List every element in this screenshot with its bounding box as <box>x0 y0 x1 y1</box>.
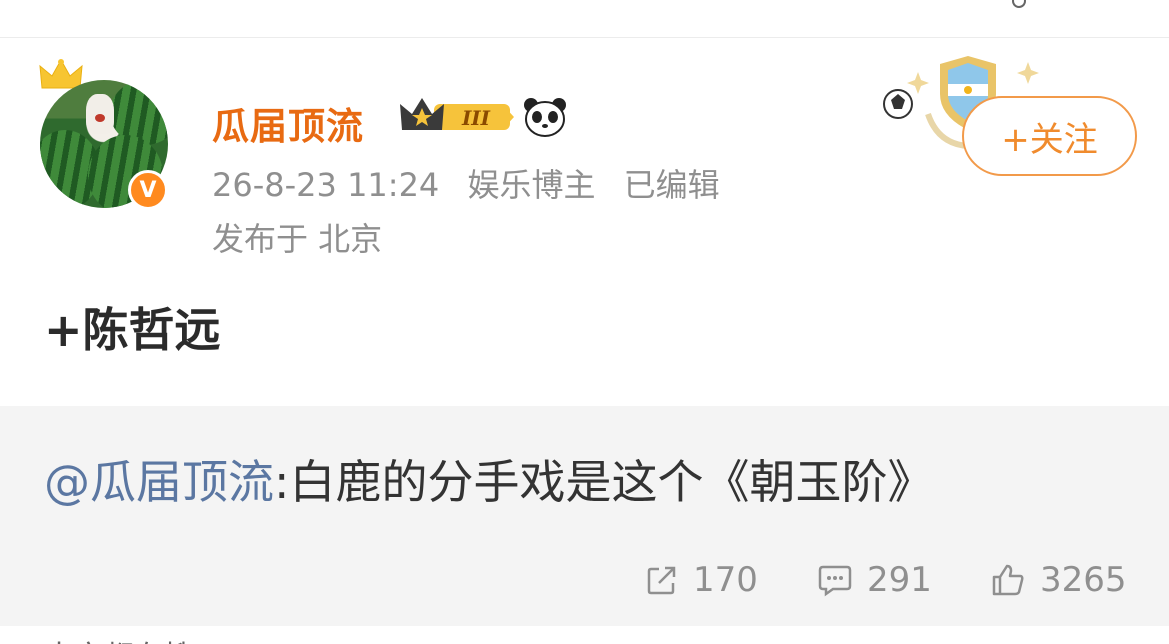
repost-card[interactable]: @瓜届顶流:白鹿的分手戏是这个《朝玉阶》 170 291 3265 <box>0 406 1169 626</box>
edited-label[interactable]: 已编辑 <box>624 166 720 204</box>
comment-count: 291 <box>867 560 932 600</box>
post-meta: 26-8-23 11:24 娱乐博主 已编辑 <box>212 160 738 206</box>
panda-icon <box>524 98 566 137</box>
category-label: 娱乐博主 <box>467 166 596 204</box>
rank-badge-icon[interactable]: III <box>398 96 516 138</box>
share-count: 170 <box>693 560 758 600</box>
top-bar <box>0 0 1169 38</box>
loading-icon <box>1012 0 1026 8</box>
like-button[interactable]: 3265 <box>990 558 1127 602</box>
like-icon <box>992 564 1024 596</box>
post-text: +陈哲远 <box>44 303 221 357</box>
share-button[interactable]: 170 <box>645 558 758 602</box>
repost-body: :白鹿的分手戏是这个《朝玉阶》 <box>274 455 934 509</box>
trending-strip: 大家都在搜 <box>0 626 1169 644</box>
share-icon <box>647 566 676 595</box>
mention-link[interactable]: @瓜届顶流 <box>44 455 274 509</box>
timestamp: 26-8-23 11:24 <box>212 166 440 204</box>
trending-label[interactable]: 大家都在搜 <box>44 632 194 644</box>
comment-button[interactable]: 291 <box>817 558 932 602</box>
follow-button[interactable]: +关注 <box>962 96 1137 176</box>
comment-icon <box>818 565 852 597</box>
verified-v-icon: V <box>128 170 168 210</box>
username[interactable]: 瓜届顶流 <box>212 96 364 150</box>
like-count: 3265 <box>1040 560 1127 600</box>
rank-label: III <box>461 106 491 130</box>
repost-text: @瓜届顶流:白鹿的分手戏是这个《朝玉阶》 <box>44 446 934 512</box>
location-label: 发布于 北京 <box>212 220 383 258</box>
